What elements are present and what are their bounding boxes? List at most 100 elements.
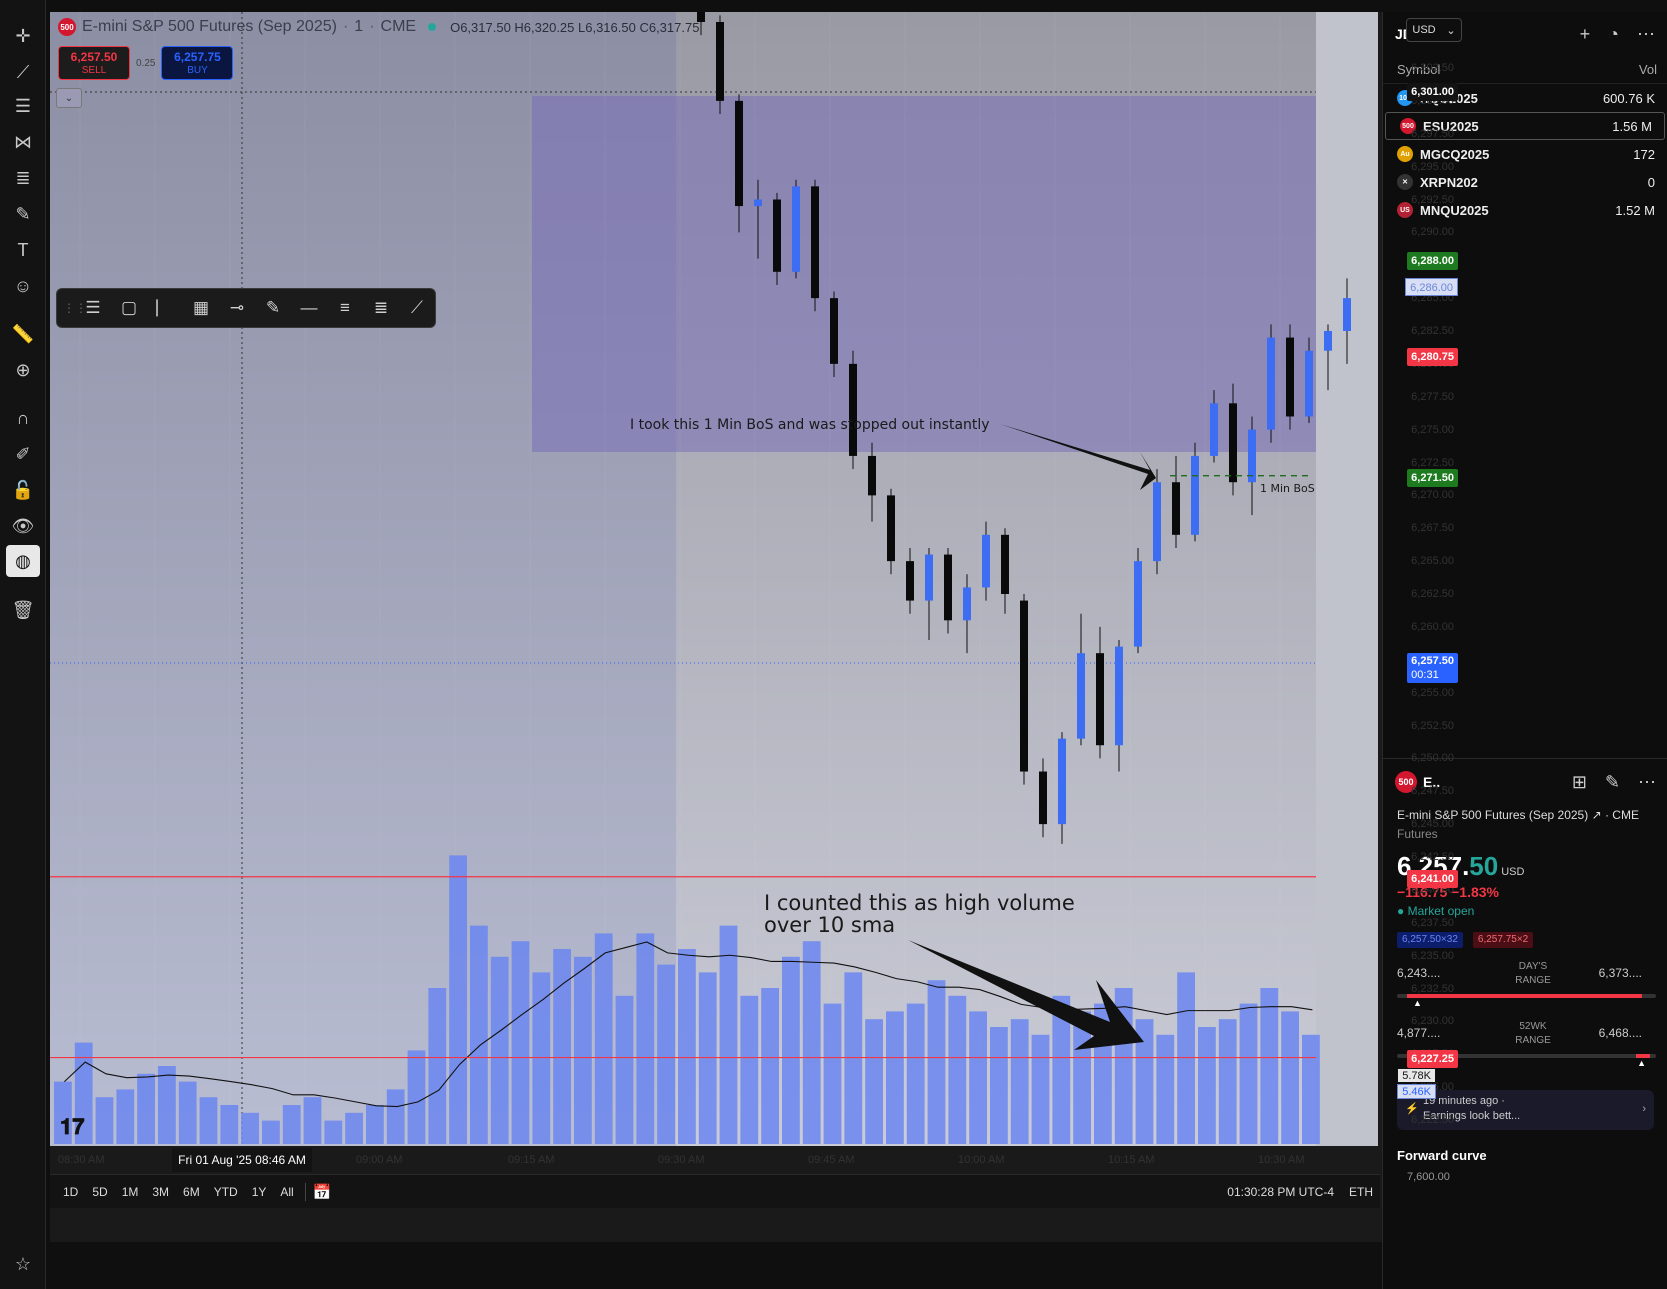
volume-bar xyxy=(886,1011,904,1144)
crosshair-icon[interactable]: ✛ xyxy=(6,20,40,52)
time-label: 08:30 AM xyxy=(58,1154,105,1166)
grid-view-icon[interactable]: ⊞ xyxy=(1572,772,1587,793)
lines-icon[interactable]: ☰ xyxy=(77,292,109,324)
trend-angle-icon[interactable]: ⟋ xyxy=(401,292,433,324)
advanced-view-icon[interactable]: ◔ xyxy=(1608,24,1619,45)
volume-bar xyxy=(553,949,571,1144)
volume-bar xyxy=(1302,1034,1320,1144)
watchlist-vol: 1.56 M xyxy=(1612,118,1652,134)
sell-button[interactable]: 6,257.50 SELL xyxy=(58,46,130,80)
session-toggle[interactable]: ETH xyxy=(1342,1185,1380,1199)
candle-body xyxy=(1210,403,1218,456)
brush-icon[interactable]: ✎ xyxy=(6,198,40,230)
highlight-zone xyxy=(532,96,1316,452)
range-1d[interactable]: 1D xyxy=(56,1185,85,1199)
range-1m[interactable]: 1M xyxy=(115,1185,146,1199)
price-tag-bos: 6,271.50 xyxy=(1407,469,1458,487)
volume-bar xyxy=(1281,1011,1299,1144)
globe-icon[interactable]: ◍ xyxy=(6,545,40,577)
stay-drawing-icon[interactable]: ✐ xyxy=(6,438,40,470)
pen-icon[interactable]: ✎ xyxy=(257,292,289,324)
calendar-icon[interactable]: 📅 xyxy=(304,1182,339,1201)
date-range-bar: 1D 5D 1M 3M 6M YTD 1Y All 📅 01:30:28 PM … xyxy=(50,1174,1380,1208)
bid-badge: 6,257.50×32 xyxy=(1397,932,1463,948)
rectangle-icon[interactable]: ▢ xyxy=(113,292,145,324)
eye-icon[interactable]: 👁 xyxy=(6,510,40,542)
external-link-icon[interactable]: ↗ xyxy=(1592,808,1605,822)
last-price-tag: 6,257.50 00:31 xyxy=(1407,653,1458,683)
volume-bar xyxy=(698,972,717,1144)
zoom-in-icon[interactable]: ⊕ xyxy=(6,354,40,386)
chart-pane[interactable]: 500 E-mini S&P 500 Futures (Sep 2025) · … xyxy=(50,12,1466,1242)
fib-icon[interactable]: ≣ xyxy=(365,292,397,324)
magnet-icon[interactable]: ∩ xyxy=(6,402,40,434)
emoji-icon[interactable]: ☺ xyxy=(6,270,40,302)
grid-icon[interactable]: ▦ xyxy=(185,292,217,324)
candle-body xyxy=(754,199,762,207)
price-tick-label: 6,252.50 xyxy=(1411,719,1454,732)
range-1y[interactable]: 1Y xyxy=(245,1185,274,1199)
candle-body xyxy=(1267,337,1275,430)
range-ytd[interactable]: YTD xyxy=(207,1185,245,1199)
volume-bar xyxy=(199,1097,218,1144)
chevron-right-icon: › xyxy=(1642,1103,1646,1115)
prediction-icon[interactable]: ≣ xyxy=(6,162,40,194)
more-icon[interactable]: ⋯ xyxy=(1638,772,1656,793)
volume-bar xyxy=(969,1011,987,1144)
trash-icon[interactable]: 🗑 xyxy=(6,594,40,626)
candle-body xyxy=(1134,561,1142,647)
lock-icon[interactable]: 🔓 xyxy=(6,474,40,506)
collapse-legend-button[interactable]: ⌄ xyxy=(56,88,82,108)
star-icon[interactable]: ☆ xyxy=(6,1248,40,1280)
volume-bar xyxy=(1177,972,1195,1144)
range-6m[interactable]: 6M xyxy=(176,1185,207,1199)
watchlist-vol: 0 xyxy=(1647,174,1655,190)
ruler-icon[interactable]: 📏 xyxy=(6,318,40,350)
volume-bar xyxy=(137,1073,155,1144)
text-icon[interactable]: T xyxy=(6,234,40,266)
time-axis[interactable]: 08:30 AM Fri 01 Aug '25 08:46 AM 09:00 A… xyxy=(50,1146,1314,1174)
pattern-icon[interactable]: ⋈ xyxy=(6,126,40,158)
horizontal-ray-icon[interactable]: ⊸ xyxy=(221,292,253,324)
price-tick-label: 6,230.00 xyxy=(1411,1015,1454,1028)
drag-handle-icon[interactable]: ⋮⋮ xyxy=(63,301,87,315)
candle-body xyxy=(1324,331,1332,351)
price-tick-label: 6,277.50 xyxy=(1411,390,1454,403)
price-tag-6286: 6,286.00 xyxy=(1405,278,1458,296)
more-icon[interactable]: ⋯ xyxy=(1637,24,1655,45)
price-chart[interactable] xyxy=(50,12,1466,1242)
fib-retracement-icon[interactable]: ☰ xyxy=(6,90,40,122)
vertical-line-icon[interactable]: ⎸ xyxy=(149,292,181,324)
column-vol[interactable]: Vol xyxy=(1639,62,1657,77)
candle-body xyxy=(1039,771,1047,825)
volume-bar xyxy=(532,972,551,1144)
add-symbol-icon[interactable]: + xyxy=(1580,24,1591,45)
edit-icon[interactable]: ✎ xyxy=(1605,772,1620,793)
price-tick-label: 6,255.00 xyxy=(1411,686,1454,699)
range-all[interactable]: All xyxy=(273,1185,300,1199)
horizontal-line-icon[interactable]: — xyxy=(293,292,325,324)
crosshair-time-tag: Fri 01 Aug '25 08:46 AM xyxy=(172,1148,312,1172)
range-5d[interactable]: 5D xyxy=(85,1185,114,1199)
tradingview-logo[interactable]: 𝟏𝟕 xyxy=(60,1114,84,1140)
crosshair-price-tag: 6,301.00 xyxy=(1407,83,1458,101)
price-tick-label: 6,275.00 xyxy=(1411,423,1454,436)
range-3m[interactable]: 3M xyxy=(145,1185,176,1199)
interval[interactable]: 1 xyxy=(354,18,363,36)
trend-line-icon[interactable]: ⟋ xyxy=(6,56,40,88)
volume-bar xyxy=(740,995,759,1144)
forward-curve-title[interactable]: Forward curve xyxy=(1383,1140,1667,1171)
currency-select[interactable]: USD ⌄ xyxy=(1406,18,1462,42)
candle-body xyxy=(1115,646,1123,746)
watchlist-symbol: XRPN202 xyxy=(1420,174,1478,190)
candle-body xyxy=(773,199,781,272)
candle-body xyxy=(982,534,990,588)
symbol-title[interactable]: E-mini S&P 500 Futures (Sep 2025) xyxy=(82,18,337,36)
range-marker-icon: ▲ xyxy=(1637,1058,1646,1068)
volume-bar xyxy=(574,956,592,1144)
parallel-channel-icon[interactable]: ≡ xyxy=(329,292,361,324)
price-tick-label: 6,267.50 xyxy=(1411,522,1454,535)
buy-button[interactable]: 6,257.75 BUY xyxy=(161,46,234,80)
candle-body xyxy=(1020,600,1028,772)
clock[interactable]: 01:30:28 PM UTC-4 xyxy=(1227,1185,1342,1199)
